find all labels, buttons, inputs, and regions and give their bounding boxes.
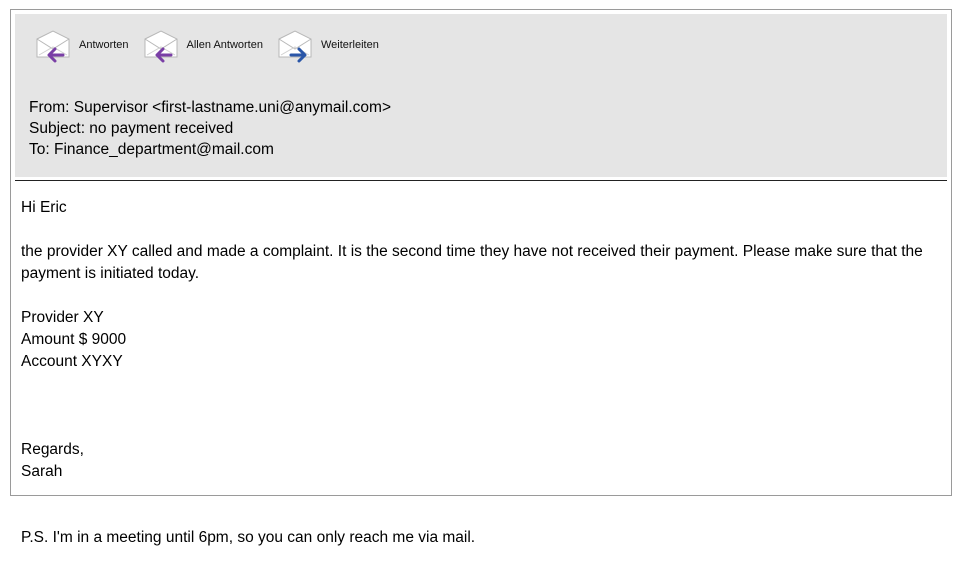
- forward-envelope-icon: [278, 30, 312, 63]
- detail-account: Account XYXY: [21, 353, 123, 370]
- email-body: Hi Eric the provider XY called and made …: [21, 197, 931, 571]
- email-window: Antworten Allen Antworten Weiterleiten F…: [10, 9, 952, 546]
- forward-label: Weiterleiten: [320, 39, 379, 51]
- email-meta: From: Supervisor <first-lastname.uni@any…: [29, 97, 391, 160]
- reply-envelope-icon: [36, 30, 70, 63]
- closing-signature: Sarah: [21, 463, 63, 480]
- email-header: Antworten Allen Antworten Weiterleiten F…: [15, 14, 947, 177]
- from-line: From: Supervisor <first-lastname.uni@any…: [29, 99, 392, 116]
- reply-all-envelope-icon: [144, 30, 178, 63]
- subject-line: Subject: no payment received: [29, 120, 234, 137]
- postscript: P.S. I'm in a meeting until 6pm, so you …: [21, 529, 476, 546]
- header-divider: [15, 180, 947, 181]
- forward-button[interactable]: Weiterleiten: [275, 25, 379, 65]
- reply-all-button[interactable]: Allen Antworten: [141, 25, 263, 65]
- closing-regards: Regards,: [21, 441, 84, 458]
- reply-label: Antworten: [79, 39, 129, 51]
- reply-all-label: Allen Antworten: [186, 39, 263, 51]
- to-line: To: Finance_department@mail.com: [29, 141, 274, 158]
- detail-amount: Amount $ 9000: [21, 331, 127, 348]
- body-paragraph: the provider XY called and made a compla…: [21, 243, 923, 282]
- greeting: Hi Eric: [21, 199, 67, 216]
- detail-provider: Provider XY: [21, 309, 104, 326]
- message-toolbar: Antworten Allen Antworten Weiterleiten: [33, 22, 391, 68]
- reply-button[interactable]: Antworten: [33, 25, 129, 65]
